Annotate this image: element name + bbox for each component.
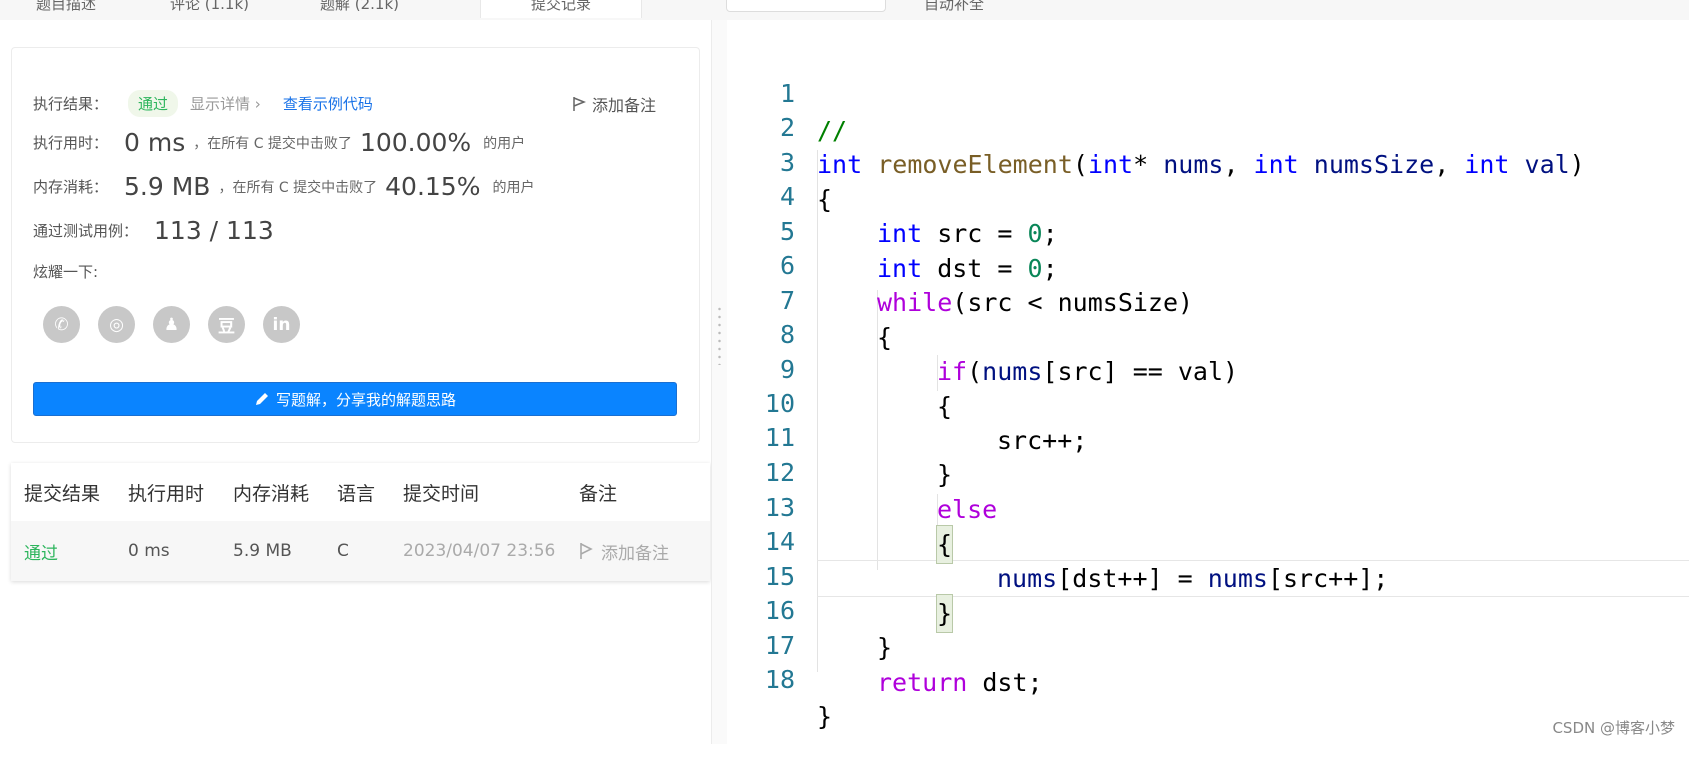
drag-handle-icon[interactable] [718,305,721,365]
result-row: 执行结果： 通过 显示详情 › 查看示例代码 [33,90,373,117]
result-card: 执行结果： 通过 显示详情 › 查看示例代码 添加备注 执行用时： 0 ms ，… [11,47,700,443]
header-note: 备注 [579,482,618,505]
code-line: 13 { [727,452,1689,564]
row-memory: 5.9 MB [233,541,292,561]
runtime-users-text: 的用户 [483,135,526,152]
linkedin-icon[interactable]: in [263,306,300,343]
table-header: 提交结果 执行用时 内存消耗 语言 提交时间 备注 [11,463,710,521]
top-tab-strip: 题目描述 评论 (1.1k) 题解 (2.1k) 提交记录 自动补全 [0,0,1689,21]
test-cases-value: 113 / 113 [154,216,274,245]
code-line: 7 { [727,245,1689,352]
flag-icon [573,97,586,111]
code-line: 6 while(src < numsSize) [727,210,1689,317]
code-line: 10 src++; [727,348,1689,455]
share-row: 炫耀一下: [33,261,98,282]
header-result: 提交结果 [24,482,101,505]
row-add-note-label: 添加备注 [601,543,669,564]
line-number: 18 [764,665,795,694]
table-row[interactable]: 通过 0 ms 5.9 MB C 2023/04/07 23:56 添加备注 [11,521,710,581]
weibo-icon[interactable]: ◎ [98,306,135,343]
code-editor[interactable]: 1 // 2 int removeElement(int* nums, int … [727,20,1689,744]
watermark: CSDN @博客小梦 [1552,719,1675,737]
memory-beat-text: ，在所有 C 提交中击败了 [218,179,378,196]
row-submit-time: 2023/04/07 23:56 [403,541,556,561]
share-icons: ✆ ◎ ♟ 豆 in [43,306,300,343]
row-runtime: 0 ms [128,541,170,561]
test-cases-label: 通过测试用例： [33,222,139,240]
header-language: 语言 [337,482,376,505]
write-solution-label: 写题解，分享我的解题思路 [275,390,456,409]
test-cases-row: 通过测试用例： 113 / 113 [33,216,282,245]
code-line: 9 { [727,314,1689,421]
memory-percent: 40.15% [385,172,481,201]
code-line: 3 { [727,107,1689,214]
tab-submissions[interactable]: 提交记录 [480,0,642,18]
code-token: dst; [967,668,1043,697]
header-memory: 内存消耗 [233,482,310,505]
view-sample-code-link[interactable]: 查看示例代码 [283,93,373,114]
tab-description[interactable]: 题目描述 [36,0,96,18]
memory-value: 5.9 MB [124,172,211,201]
code-token: } [817,702,833,731]
flag-icon [580,543,593,559]
tab-solutions[interactable]: 题解 (2.1k) [320,0,399,18]
code-line: 17 return dst; [727,590,1689,697]
runtime-beat-text: ，在所有 C 提交中击败了 [193,135,352,152]
code-line: 1 // [727,38,1689,145]
wechat-icon[interactable]: ✆ [43,306,80,343]
tab-comments[interactable]: 评论 (1.1k) [170,0,249,18]
write-solution-button[interactable]: 写题解，分享我的解题思路 [33,382,677,416]
code-line: 15 } [727,521,1689,633]
code-keyword: return [877,668,968,697]
pane-divider[interactable] [711,20,728,744]
share-label: 炫耀一下: [33,263,99,281]
qq-icon[interactable]: ♟ [153,306,190,343]
code-line: 2 int removeElement(int* nums, int numsS… [727,72,1689,179]
memory-row: 内存消耗： 5.9 MB ，在所有 C 提交中击败了 40.15% 的用户 [33,172,534,201]
code-line: 14 nums[dst++] = nums[src++]; [727,486,1689,593]
memory-label: 内存消耗： [33,178,109,196]
submission-table: 提交结果 执行用时 内存消耗 语言 提交时间 备注 通过 0 ms 5.9 MB… [11,463,710,581]
row-language: C [337,541,349,561]
row-status-link[interactable]: 通过 [24,539,58,564]
pencil-icon [255,393,268,405]
row-add-note-button[interactable]: 添加备注 [579,539,669,564]
add-note-label: 添加备注 [592,96,657,115]
editor-language-select[interactable] [726,0,886,12]
code-line: 8 if(nums[src] == val) [727,279,1689,386]
status-badge: 通过 [128,90,179,117]
left-panel: 执行结果： 通过 显示详情 › 查看示例代码 添加备注 执行用时： 0 ms ，… [0,20,711,744]
runtime-label: 执行用时： [33,134,109,152]
code-line: 4 int src = 0; [727,141,1689,248]
autocomplete-toggle[interactable]: 自动补全 [924,0,984,18]
result-label: 执行结果： [33,95,109,113]
runtime-row: 执行用时： 0 ms ，在所有 C 提交中击败了 100.00% 的用户 [33,128,525,157]
code-line: 16 } [727,555,1689,662]
show-details-link[interactable]: 显示详情 › [190,93,261,114]
header-submit-time: 提交时间 [403,482,480,505]
runtime-value: 0 ms [124,128,186,157]
code-line: 12 else [727,417,1689,524]
add-note-button[interactable]: 添加备注 [572,92,656,116]
code-line: 11 } [727,382,1689,489]
memory-users-text: 的用户 [492,179,535,196]
code-line: 5 int dst = 0; [727,176,1689,283]
header-runtime: 执行用时 [128,482,205,505]
runtime-percent: 100.00% [359,128,472,157]
code-line: 18 } [727,624,1689,731]
douban-icon[interactable]: 豆 [208,306,245,343]
